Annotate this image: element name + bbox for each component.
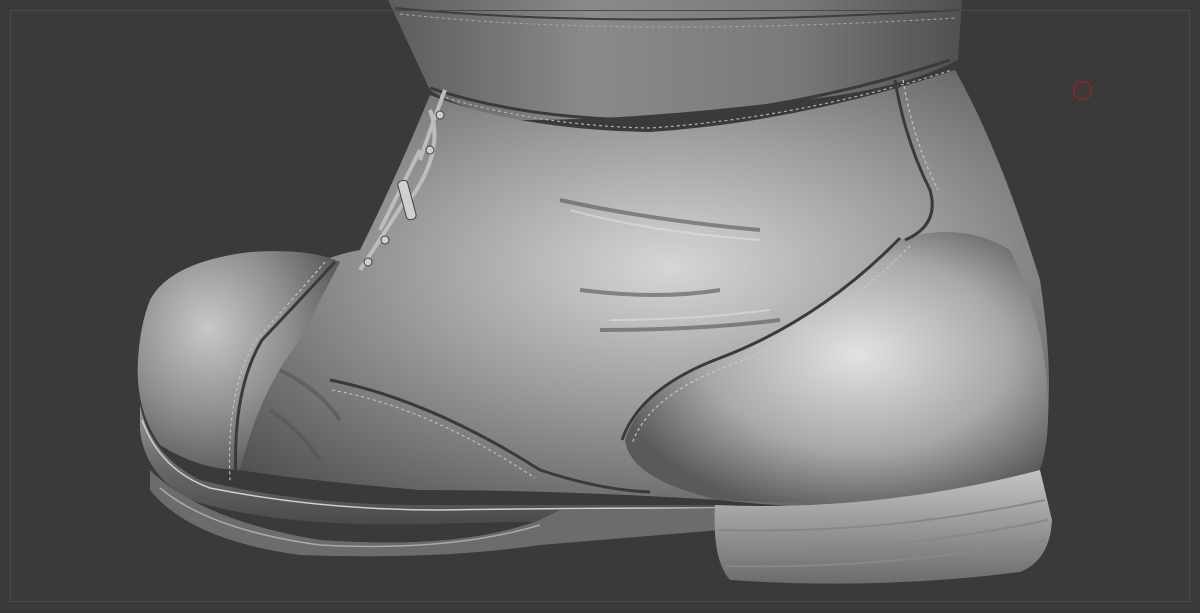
brush-circle-icon: [1073, 81, 1092, 100]
boot-sculpt-model[interactable]: [0, 0, 1200, 613]
3d-viewport[interactable]: [0, 0, 1200, 613]
